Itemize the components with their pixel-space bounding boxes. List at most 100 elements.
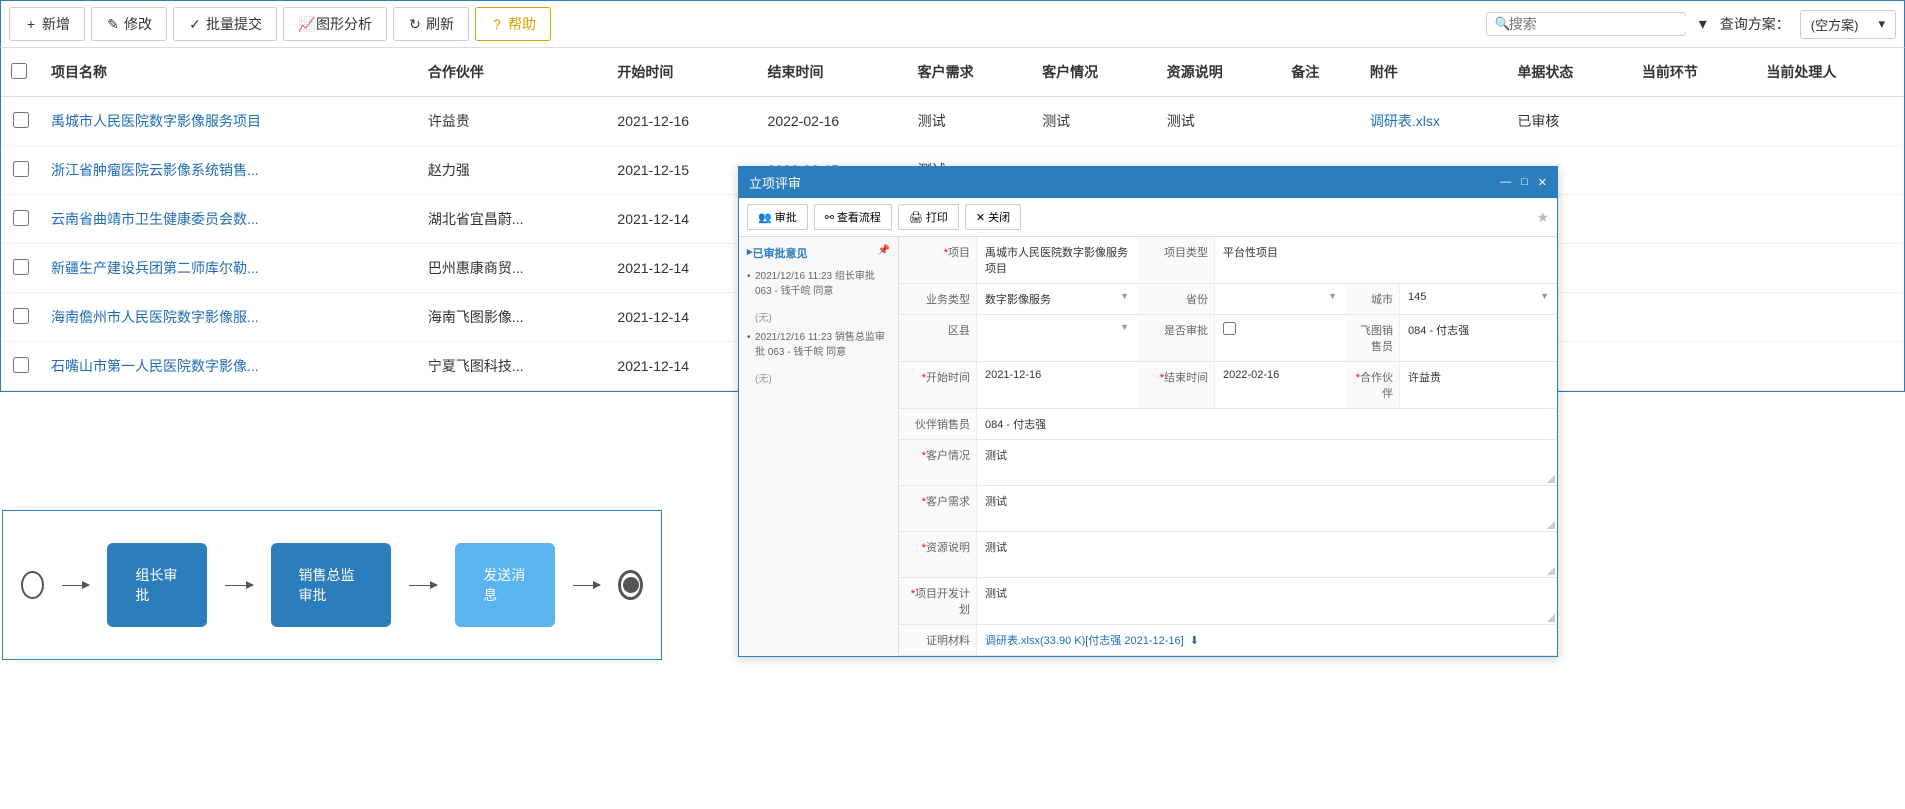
col-status[interactable]: 单据状态 [1507, 48, 1632, 97]
cell-project-name[interactable]: 云南省曲靖市卫生健康委员会数... [41, 195, 418, 244]
form-value-type[interactable]: 平台性项目 [1215, 237, 1557, 283]
search-input[interactable] [1509, 16, 1690, 32]
star-icon[interactable]: ★ [1536, 209, 1549, 226]
users-icon: 👥 [758, 211, 772, 224]
col-step[interactable]: 当前环节 [1632, 48, 1757, 97]
form-label: 开始时间 [926, 372, 970, 384]
printer-icon: 🖨 [909, 211, 923, 224]
cell-project-name[interactable]: 禹城市人民医院数字影像服务项目 [41, 97, 418, 146]
row-checkbox[interactable] [13, 112, 29, 128]
form-value-biztype[interactable]: 数字影像服务▼ [977, 284, 1137, 314]
form-label: 合作伙伴 [1360, 372, 1393, 400]
trace-button[interactable]: ⚯查看流程 [814, 204, 892, 230]
row-checkbox[interactable] [13, 357, 29, 373]
col-project-name[interactable]: 项目名称 [41, 48, 418, 97]
row-checkbox[interactable] [13, 161, 29, 177]
maximize-icon[interactable]: □ [1521, 176, 1528, 189]
close-icon[interactable]: ✕ [1538, 176, 1547, 189]
workflow-diagram: 组长审批 销售总监审批 发送消息 [2, 510, 662, 660]
download-icon[interactable]: ⬇ [1190, 635, 1199, 647]
refresh-button[interactable]: ↻刷新 [393, 7, 469, 41]
cell-attach[interactable]: 调研表.xlsx [1360, 97, 1507, 146]
row-checkbox[interactable] [13, 308, 29, 324]
cell-end: 2022-02-16 [758, 97, 908, 146]
popup-titlebar[interactable]: 立项评审 — □ ✕ [739, 167, 1557, 198]
cell-project-name[interactable]: 海南儋州市人民医院数字影像服... [41, 293, 418, 342]
form-value-start[interactable]: 2021-12-16 [977, 362, 1137, 408]
file-link[interactable]: 调研表.xlsx(33.90 K)[付志强 2021-12-16] [985, 635, 1184, 647]
chart-button[interactable]: 📈图形分析 [283, 7, 387, 41]
form-value-devplan[interactable]: 测试 [977, 578, 1557, 624]
form-label: 是否审批 [1164, 325, 1208, 337]
form-value-partner[interactable]: 许益贵 [1400, 362, 1557, 408]
col-attach[interactable]: 附件 [1360, 48, 1507, 97]
row-checkbox[interactable] [13, 259, 29, 275]
form-label: 资源说明 [926, 542, 970, 554]
cell-partner: 赵力强 [418, 146, 608, 195]
col-start[interactable]: 开始时间 [607, 48, 757, 97]
col-need[interactable]: 客户需求 [908, 48, 1033, 97]
workflow-node-message[interactable]: 发送消息 [455, 543, 554, 627]
workflow-node-leader[interactable]: 组长审批 [107, 543, 206, 627]
trace-label: 查看流程 [837, 209, 881, 225]
chevron-down-icon: ▼ [1540, 291, 1549, 301]
filter-icon[interactable]: ▾ [1696, 14, 1710, 34]
refresh-label: 刷新 [426, 14, 454, 34]
form-value-district[interactable]: ▼ [977, 315, 1137, 361]
select-all-checkbox[interactable] [11, 63, 27, 79]
cell-project-name[interactable]: 新疆生产建设兵团第二师库尔勒... [41, 244, 418, 293]
help-button[interactable]: ?帮助 [475, 7, 551, 41]
approval-checkbox[interactable] [1223, 322, 1236, 335]
cell-start: 2021-12-14 [607, 195, 757, 244]
form-value-resource[interactable]: 测试 [977, 532, 1557, 577]
query-plan-value: (空方案) [1811, 15, 1859, 34]
cell-partner: 巴州惠康商贸... [418, 244, 608, 293]
col-remark[interactable]: 备注 [1281, 48, 1360, 97]
query-plan-select[interactable]: (空方案) ▾ [1800, 10, 1896, 39]
cell-project-name[interactable]: 石嘴山市第一人民医院数字影像... [41, 342, 418, 391]
form-label: 项目 [948, 247, 970, 259]
row-checkbox[interactable] [13, 210, 29, 226]
form-value-custneed[interactable]: 测试 [977, 486, 1557, 531]
approve-button[interactable]: 👥审批 [747, 204, 808, 230]
form-value-partnersales[interactable]: 084 - 付志强 [977, 409, 1557, 439]
workflow-node-director[interactable]: 销售总监审批 [271, 543, 392, 627]
form-value-material: 调研表.xlsx(33.90 K)[付志强 2021-12-16] ⬇ [977, 625, 1557, 655]
form-value-sales[interactable]: 084 - 付志强 [1400, 315, 1557, 361]
form-label: 客户情况 [926, 450, 970, 462]
minimize-icon[interactable]: — [1500, 176, 1511, 189]
workflow-end-icon [618, 570, 643, 600]
form-label: 飞图销售员 [1360, 325, 1393, 353]
col-end[interactable]: 结束时间 [758, 48, 908, 97]
form-value-city[interactable]: 145▼ [1400, 284, 1557, 314]
cell-step [1632, 244, 1757, 293]
form-value-end[interactable]: 2022-02-16 [1215, 362, 1345, 408]
chevron-down-icon: ▼ [1328, 291, 1337, 301]
form-label: 证明材料 [926, 635, 970, 647]
form-value-custstate[interactable]: 测试 [977, 440, 1557, 485]
pencil-icon: ✎ [106, 16, 120, 33]
print-button[interactable]: 🖨打印 [898, 204, 959, 230]
close-button[interactable]: ✕关闭 [965, 204, 1021, 230]
batch-submit-button[interactable]: ✓批量提交 [173, 7, 277, 41]
pin-icon[interactable]: 📌 [878, 245, 890, 261]
col-state[interactable]: 客户情况 [1032, 48, 1157, 97]
cell-start: 2021-12-15 [607, 146, 757, 195]
edit-button[interactable]: ✎修改 [91, 7, 167, 41]
form-value-province[interactable]: ▼ [1215, 284, 1345, 314]
print-label: 打印 [926, 209, 948, 225]
col-partner[interactable]: 合作伙伴 [418, 48, 608, 97]
search-box[interactable]: 🔍 [1486, 12, 1686, 36]
table-row[interactable]: 禹城市人民医院数字影像服务项目 许益贵 2021-12-16 2022-02-1… [1, 97, 1904, 146]
check-icon: ✓ [188, 16, 202, 33]
form-value-approval[interactable] [1215, 315, 1345, 361]
share-icon: ⚯ [825, 211, 834, 224]
form-label: 项目类型 [1164, 247, 1208, 259]
col-resource[interactable]: 资源说明 [1157, 48, 1282, 97]
add-button[interactable]: +新增 [9, 7, 85, 41]
form-value-project[interactable]: 禹城市人民医院数字影像服务项目 [977, 237, 1137, 283]
col-handler[interactable]: 当前处理人 [1756, 48, 1904, 97]
cell-partner: 海南飞图影像... [418, 293, 608, 342]
cell-project-name[interactable]: 浙江省肿瘤医院云影像系统销售... [41, 146, 418, 195]
edit-label: 修改 [124, 14, 152, 34]
